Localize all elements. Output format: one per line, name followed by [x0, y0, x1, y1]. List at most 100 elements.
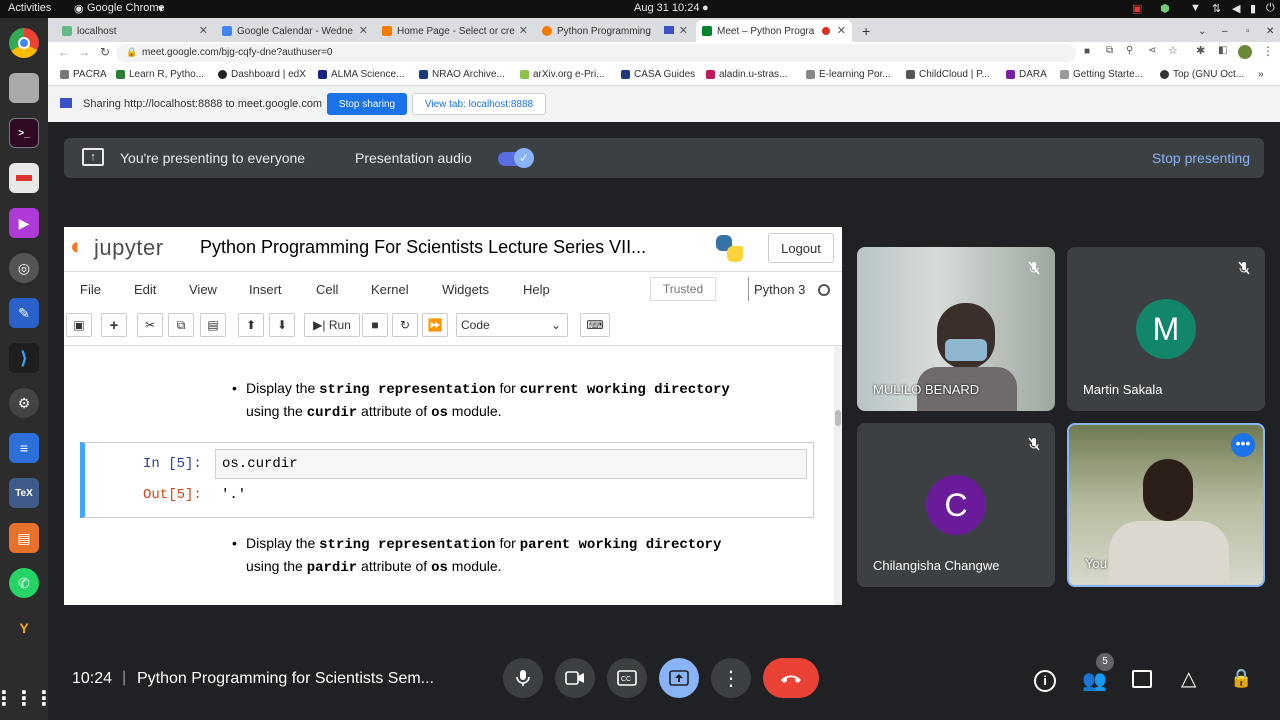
window-close-icon[interactable]: ✕ — [1260, 20, 1280, 42]
back-icon[interactable]: ← — [58, 45, 70, 59]
move-up-icon[interactable]: ⬆ — [238, 313, 264, 337]
menu-view[interactable]: View — [189, 282, 217, 297]
close-icon[interactable]: ✕ — [519, 24, 528, 37]
copy-icon[interactable]: ⧉ — [168, 313, 194, 337]
reload-icon[interactable]: ↻ — [100, 45, 110, 59]
participant-tile[interactable]: MULILO BENARD — [857, 247, 1055, 411]
bookmark-item[interactable]: NRAO Archive... — [419, 69, 505, 80]
cell-type-select[interactable]: Code ⌄ — [456, 313, 568, 337]
bookmark-item[interactable]: DARA — [1006, 69, 1047, 80]
participant-tile[interactable]: M Martin Sakala — [1067, 247, 1265, 411]
meeting-name[interactable]: Python Programming for Scientists Sem... — [137, 670, 434, 688]
forward-icon[interactable]: → — [78, 45, 90, 59]
tab-localhost[interactable]: localhost ✕ — [56, 20, 214, 42]
document-viewer-icon[interactable] — [9, 163, 39, 193]
tab-google-meet[interactable]: Meet – Python Progra ✕ — [696, 20, 852, 42]
logout-button[interactable]: Logout — [768, 233, 834, 263]
meeting-details-icon[interactable]: i — [1034, 670, 1056, 692]
app-y-icon[interactable]: Y — [9, 613, 39, 643]
bookmark-item[interactable]: aladin.u-stras... — [706, 69, 787, 80]
address-bar[interactable]: 🔒 meet.google.com/bjg-cqfy-dne?authuser=… — [116, 44, 1076, 62]
chat-icon[interactable] — [1132, 670, 1152, 688]
microphone-button[interactable] — [503, 658, 543, 698]
chrome-icon[interactable] — [9, 28, 39, 58]
insert-cell-icon[interactable]: + — [101, 313, 127, 337]
activities-icon[interactable]: △ — [1181, 666, 1196, 691]
system-clock[interactable]: Aug 31 10:24 — [634, 2, 699, 14]
host-controls-icon[interactable]: 🔒 — [1230, 668, 1252, 689]
code-cell[interactable]: In [5]: os.curdir Out[5]: '.' — [80, 442, 814, 518]
more-options-button[interactable]: ⋮ — [711, 658, 751, 698]
writer-icon[interactable]: ≡ — [9, 433, 39, 463]
terminal-icon[interactable]: >_ — [9, 118, 39, 148]
bookmarks-overflow-icon[interactable]: » — [1258, 69, 1264, 80]
jupyter-logo-text[interactable]: jupyter — [94, 235, 164, 261]
security-icon[interactable]: ⬢ — [1160, 2, 1170, 15]
menu-cell[interactable]: Cell — [316, 282, 338, 297]
menu-file[interactable]: File — [80, 282, 101, 297]
restart-icon[interactable]: ↻ — [392, 313, 418, 337]
wifi-icon[interactable]: ▼ — [1190, 2, 1201, 14]
close-icon[interactable]: ✕ — [199, 24, 208, 37]
volume-icon[interactable]: ◀ — [1232, 2, 1240, 15]
captions-button[interactable]: CC — [607, 658, 647, 698]
keyboard-icon[interactable]: ⌨ — [580, 313, 610, 337]
stop-presenting-button[interactable]: Stop presenting — [1152, 150, 1250, 166]
code-editor[interactable]: os.curdir — [215, 449, 807, 479]
minimize-icon[interactable]: – — [1216, 20, 1236, 42]
bookmark-item[interactable]: Dashboard | edX — [218, 69, 306, 80]
settings-icon[interactable]: ⚙ — [9, 388, 39, 418]
view-tab-button[interactable]: View tab: localhost:8888 — [412, 93, 546, 115]
files-icon[interactable] — [9, 73, 39, 103]
app-menu[interactable]: Google Chrome — [87, 2, 165, 14]
vscode-icon[interactable]: ⟩ — [9, 343, 39, 373]
bookmark-item[interactable]: ChildCloud | P... — [906, 69, 990, 80]
bookmark-item[interactable]: E-learning Por... — [806, 69, 891, 80]
extensions-icon[interactable]: ✱ — [1196, 44, 1205, 57]
participant-tile[interactable]: C Chilangisha Changwe — [857, 423, 1055, 587]
bookmark-item[interactable]: CASA Guides — [621, 69, 695, 80]
maximize-icon[interactable]: ▫ — [1240, 20, 1260, 42]
cut-icon[interactable]: ✂ — [137, 313, 163, 337]
menu-insert[interactable]: Insert — [249, 282, 282, 297]
bookmark-item[interactable]: PACRA — [60, 69, 107, 80]
move-down-icon[interactable]: ⬇ — [269, 313, 295, 337]
scrollbar-thumb[interactable] — [835, 410, 841, 426]
activities-button[interactable]: Activities — [8, 2, 51, 14]
notebook-scrollbar[interactable] — [834, 346, 842, 605]
trusted-indicator[interactable]: Trusted — [650, 277, 716, 301]
video-player-icon[interactable]: ▶ — [9, 208, 39, 238]
close-icon[interactable]: ✕ — [359, 24, 368, 37]
menu-widgets[interactable]: Widgets — [442, 282, 489, 297]
stop-sharing-button[interactable]: Stop sharing — [327, 93, 407, 115]
whatsapp-icon[interactable]: ✆ — [9, 568, 39, 598]
tab-python-programming[interactable]: Python Programming ✕ — [536, 20, 694, 42]
camera-button[interactable] — [555, 658, 595, 698]
notebook-title[interactable]: Python Programming For Scientists Lectur… — [200, 237, 646, 258]
tab-home-page[interactable]: Home Page - Select or cre ✕ — [376, 20, 534, 42]
people-icon[interactable]: 👥 — [1082, 668, 1107, 693]
interrupt-icon[interactable]: ■ — [362, 313, 388, 337]
network-icon[interactable]: ⇅ — [1212, 2, 1221, 15]
paste-icon[interactable]: ▤ — [200, 313, 226, 337]
disk-utility-icon[interactable]: ◎ — [9, 253, 39, 283]
chrome-menu-icon[interactable]: ⋮ — [1262, 44, 1274, 58]
close-icon[interactable]: ✕ — [679, 24, 688, 37]
tex-editor-icon[interactable]: TeX — [9, 478, 39, 508]
more-options-icon[interactable]: ••• — [1231, 433, 1255, 457]
present-now-button[interactable] — [659, 658, 699, 698]
text-editor-icon[interactable]: ✎ — [9, 298, 39, 328]
leave-call-button[interactable] — [763, 658, 819, 698]
menu-help[interactable]: Help — [523, 282, 550, 297]
screen-record-icon[interactable]: ▣ — [1132, 2, 1142, 15]
battery-icon[interactable]: ▮ — [1250, 2, 1256, 15]
kernel-name[interactable]: Python 3 — [754, 282, 805, 297]
bookmark-item[interactable]: Getting Starte... — [1060, 69, 1143, 80]
menu-edit[interactable]: Edit — [134, 282, 156, 297]
bookmark-item[interactable]: Learn R, Pytho... — [116, 69, 204, 80]
side-panel-icon[interactable]: ◧ — [1218, 45, 1227, 56]
run-button[interactable]: ▶| Run — [304, 313, 360, 337]
camera-in-use-icon[interactable]: ■ — [1084, 46, 1090, 57]
bookmark-item[interactable]: ALMA Science... — [318, 69, 404, 80]
profile-avatar[interactable] — [1238, 45, 1252, 59]
